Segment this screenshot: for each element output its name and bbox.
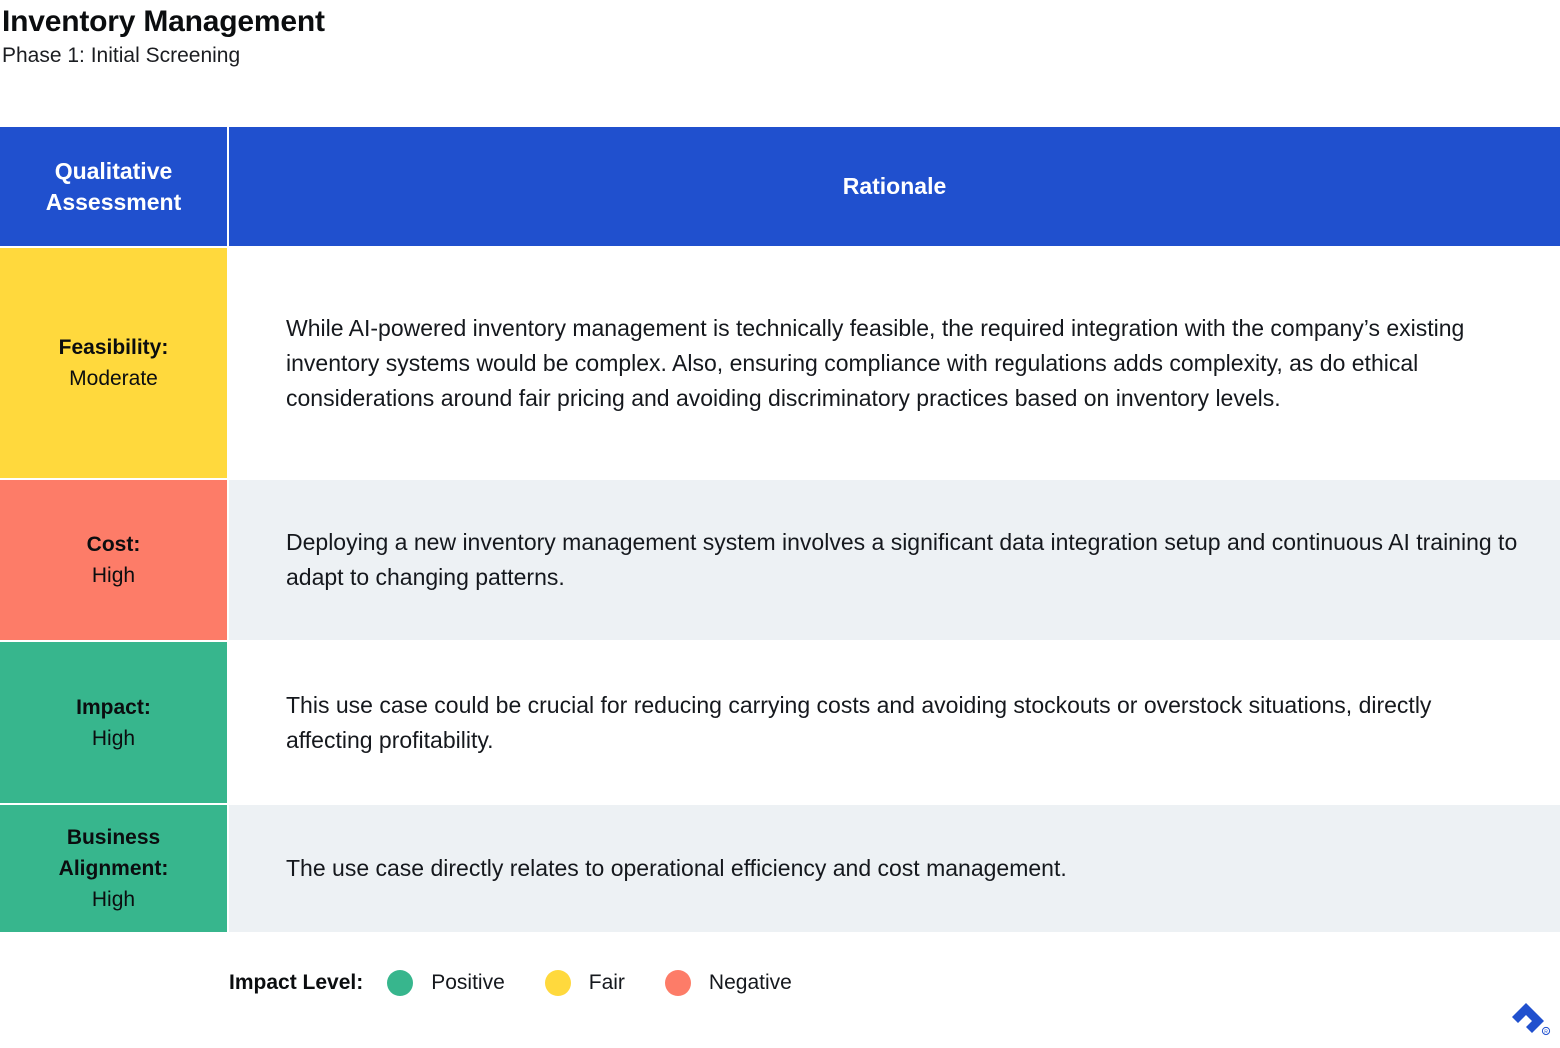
rationale-text: Deploying a new inventory management sys… bbox=[286, 525, 1520, 595]
assessment-criterion-label: Impact: bbox=[76, 692, 151, 723]
heading-block: Inventory Management Phase 1: Initial Sc… bbox=[0, 0, 1560, 70]
legend-label-fair: Fair bbox=[589, 965, 625, 1001]
assessment-criterion-label: Feasibility: bbox=[59, 332, 169, 363]
rationale-cell-cost: Deploying a new inventory management sys… bbox=[229, 480, 1560, 640]
header-cell-qualitative-assessment: Qualitative Assessment bbox=[0, 127, 227, 246]
table-header-row: Qualitative Assessment Rationale bbox=[0, 127, 1560, 246]
svg-text:R: R bbox=[1544, 1030, 1548, 1036]
header-label-text: Qualitative Assessment bbox=[10, 156, 217, 218]
assessment-cell-cost: Cost: High bbox=[0, 480, 227, 640]
header-rationale-text: Rationale bbox=[843, 171, 947, 202]
assessment-rating-label: Moderate bbox=[69, 363, 158, 394]
legend-dot-positive-icon bbox=[387, 970, 413, 996]
rationale-text: The use case directly relates to operati… bbox=[286, 851, 1067, 886]
toptal-logo-icon: R bbox=[1496, 1000, 1552, 1042]
header-cell-rationale: Rationale bbox=[229, 127, 1560, 246]
legend-title: Impact Level: bbox=[229, 965, 363, 1001]
table-row: Feasibility: Moderate While AI-powered i… bbox=[0, 248, 1560, 478]
legend-label-negative: Negative bbox=[709, 965, 792, 1001]
assessment-rating-label: High bbox=[92, 723, 135, 754]
legend-item-negative: Negative bbox=[665, 965, 792, 1001]
legend-dot-negative-icon bbox=[665, 970, 691, 996]
impact-level-legend: Impact Level: Positive Fair Negative bbox=[229, 965, 792, 1001]
table-row: Business Alignment: High The use case di… bbox=[0, 805, 1560, 932]
page-subtitle: Phase 1: Initial Screening bbox=[2, 42, 1560, 70]
rationale-cell-business-alignment: The use case directly relates to operati… bbox=[229, 805, 1560, 932]
assessment-criterion-label: Business Alignment: bbox=[10, 822, 217, 884]
assessment-cell-impact: Impact: High bbox=[0, 642, 227, 803]
slide-canvas: Inventory Management Phase 1: Initial Sc… bbox=[0, 0, 1560, 1048]
assessment-rating-label: High bbox=[92, 560, 135, 591]
assessment-cell-feasibility: Feasibility: Moderate bbox=[0, 248, 227, 478]
assessment-criterion-label: Cost: bbox=[87, 529, 141, 560]
page-title: Inventory Management bbox=[2, 4, 1560, 40]
legend-item-positive: Positive bbox=[387, 965, 505, 1001]
assessment-table: Qualitative Assessment Rationale Feasibi… bbox=[0, 127, 1560, 932]
rationale-text: While AI-powered inventory management is… bbox=[286, 311, 1520, 416]
legend-item-fair: Fair bbox=[545, 965, 625, 1001]
rationale-text: This use case could be crucial for reduc… bbox=[286, 688, 1520, 758]
table-row: Impact: High This use case could be cruc… bbox=[0, 642, 1560, 803]
rationale-cell-feasibility: While AI-powered inventory management is… bbox=[229, 248, 1560, 478]
rationale-cell-impact: This use case could be crucial for reduc… bbox=[229, 642, 1560, 803]
legend-dot-fair-icon bbox=[545, 970, 571, 996]
assessment-cell-business-alignment: Business Alignment: High bbox=[0, 805, 227, 932]
legend-label-positive: Positive bbox=[431, 965, 505, 1001]
table-row: Cost: High Deploying a new inventory man… bbox=[0, 480, 1560, 640]
assessment-rating-label: High bbox=[92, 884, 135, 915]
